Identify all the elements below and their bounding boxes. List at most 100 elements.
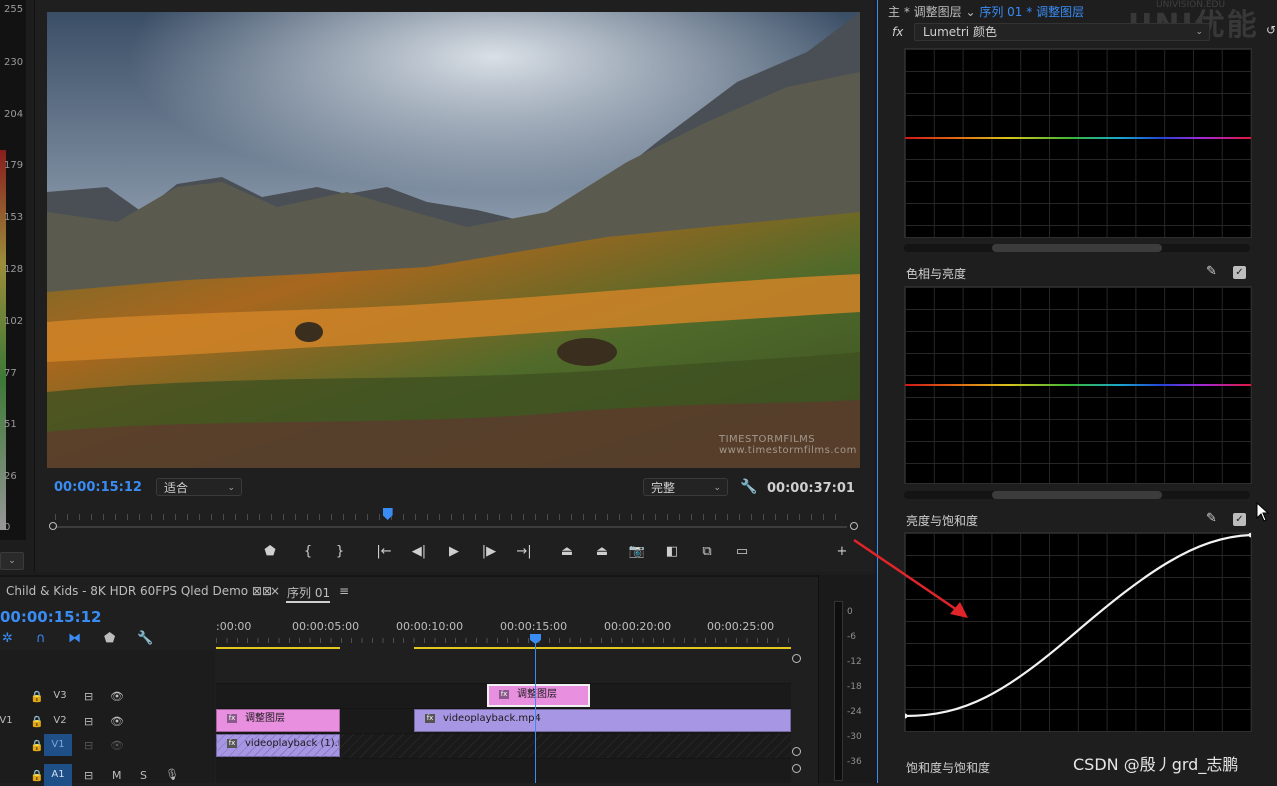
hue-saturation-curve[interactable] — [904, 48, 1252, 238]
curve-horizontal-scrollbar[interactable] — [904, 491, 1250, 499]
sync-lock-icon[interactable]: ⊟ — [84, 739, 93, 752]
chevron-down-icon: ⌄ — [227, 483, 235, 493]
scrub-zoom-bar[interactable] — [55, 526, 847, 528]
track-label-v3[interactable]: V3 — [46, 685, 74, 707]
chevron-down-icon: ⌄ — [713, 483, 721, 493]
lift-icon[interactable]: ⏏ — [557, 543, 577, 561]
add-button-icon[interactable]: + — [832, 543, 852, 561]
meter-tick: -30 — [847, 732, 862, 742]
effect-name: Lumetri 颜色 — [923, 25, 997, 39]
hue-spectrum-line[interactable] — [905, 384, 1251, 386]
scope-tick: 204 — [4, 109, 24, 120]
scroll-handle-top[interactable] — [792, 654, 801, 663]
zoom-fit-dropdown[interactable]: 适合 ⌄ — [156, 478, 242, 496]
zoom-handle-right[interactable] — [850, 522, 858, 530]
step-forward-icon[interactable]: |▶ — [479, 543, 499, 561]
work-area-bar[interactable] — [414, 647, 791, 649]
waveform-scope: 255 230 204 179 153 128 102 77 51 26 0 — [0, 0, 26, 540]
track-label-v2[interactable]: V2 — [46, 710, 74, 732]
lock-icon[interactable]: 🔒 — [30, 715, 44, 728]
export-frame-camera-icon[interactable]: 📷 — [627, 543, 647, 561]
curve-horizontal-scrollbar[interactable] — [904, 244, 1250, 252]
scope-tick: 153 — [4, 212, 24, 223]
hue-vs-luma-curve[interactable] — [904, 286, 1252, 484]
mountain-landscape-image — [47, 12, 860, 468]
eye-icon[interactable]: 👁 — [110, 715, 124, 728]
sync-lock-icon[interactable]: ⊟ — [84, 715, 93, 728]
timeline-vertical-scrollbar[interactable] — [791, 650, 803, 783]
sync-lock-icon[interactable]: ⊟ — [84, 769, 93, 782]
play-icon[interactable]: ▶ — [444, 543, 464, 561]
enable-checkbox[interactable]: ✓ — [1233, 266, 1246, 279]
timeline-settings-wrench-icon[interactable]: 🔧 — [137, 631, 153, 646]
step-back-icon[interactable]: ◀| — [409, 543, 429, 561]
tab-menu-icon[interactable]: ≡ — [339, 584, 349, 598]
enable-checkbox[interactable]: ✓ — [1233, 513, 1246, 526]
playback-resolution-dropdown[interactable]: 完整 ⌄ — [643, 478, 728, 496]
tab-other-sequence[interactable]: Child & Kids - 8K HDR 60FPS Qled Demo ⊠⊠ — [6, 584, 272, 598]
sequence-clip-tab[interactable]: 序列 01 * 调整图层 — [979, 5, 1084, 19]
zoom-fit-value: 适合 — [164, 481, 189, 495]
mark-in-icon[interactable]: { — [298, 543, 318, 561]
snap-magnet-icon[interactable]: ∩ — [36, 631, 46, 646]
scroll-handle-bottom[interactable] — [792, 747, 801, 756]
comparison-view-icon[interactable]: ◧ — [662, 543, 682, 561]
eye-icon[interactable]: 👁 — [110, 739, 124, 752]
scroll-handle-audio[interactable] — [792, 764, 801, 773]
scope-tick: 51 — [4, 419, 17, 430]
scrub-ruler-ticks — [55, 514, 847, 520]
track-label-v1[interactable]: V1 — [44, 734, 72, 756]
meter-tick: -12 — [847, 657, 862, 667]
hue-spectrum-line[interactable] — [905, 137, 1251, 139]
lock-icon[interactable]: 🔒 — [30, 690, 44, 703]
timeline-ruler[interactable]: :00:00 00:00:05:00 00:00:10:00 00:00:15:… — [216, 618, 791, 650]
master-clip-tab[interactable]: 主 * 调整图层 — [888, 5, 962, 19]
sync-lock-icon[interactable]: ⊟ — [84, 690, 93, 703]
adjustment-layer-clip-v2[interactable]: fx 调整图层 — [216, 709, 340, 732]
adjustment-layer-clip-v3[interactable]: fx 调整图层 — [487, 684, 590, 707]
fx-badge-icon: fx — [499, 689, 509, 699]
scope-tick: 255 — [4, 4, 24, 15]
scope-type-dropdown[interactable]: ⌄ — [0, 552, 24, 570]
microphone-icon[interactable]: 🎙 — [165, 768, 179, 781]
effect-selector[interactable]: Lumetri 颜色 ⌄ — [914, 23, 1210, 41]
timeline-timecode[interactable]: 00:00:15:12 — [0, 608, 102, 626]
add-marker-icon[interactable]: ⬟ — [104, 631, 115, 646]
lock-icon[interactable]: 🔒 — [30, 739, 44, 752]
video-clip-v2[interactable]: fx videoplayback.mp4 — [414, 709, 791, 732]
linked-selection-icon[interactable]: ⧓ — [68, 631, 81, 646]
scrollbar-thumb[interactable] — [992, 244, 1162, 252]
source-patch-v1[interactable]: V1 — [0, 710, 20, 732]
eyedropper-icon[interactable]: ✎ — [1206, 511, 1217, 526]
reset-effect-icon[interactable]: ↺ — [1266, 23, 1277, 41]
eye-icon[interactable]: 👁 — [110, 690, 124, 703]
monitor-current-timecode[interactable]: 00:00:15:12 — [54, 480, 142, 495]
mark-out-icon[interactable]: } — [330, 543, 350, 561]
scrollbar-thumb[interactable] — [992, 491, 1162, 499]
eyedropper-icon[interactable]: ✎ — [1206, 264, 1217, 279]
extract-icon[interactable]: ⏏ — [592, 543, 612, 561]
go-to-out-icon[interactable]: →| — [514, 543, 534, 561]
zoom-handle-left[interactable] — [49, 522, 57, 530]
ruler-label: 00:00:10:00 — [396, 620, 464, 633]
fx-badge-icon: fx — [425, 713, 435, 723]
mute-button[interactable]: M — [112, 769, 122, 782]
meter-tick: -6 — [847, 632, 856, 642]
track-lane-a1[interactable] — [216, 758, 791, 783]
vr-video-icon[interactable]: ▭ — [732, 543, 752, 561]
lock-icon[interactable]: 🔒 — [30, 769, 44, 782]
wrench-settings-icon[interactable]: 🔧 — [740, 479, 757, 495]
nest-sequence-icon[interactable]: ✲ — [2, 631, 13, 646]
solo-button[interactable]: S — [140, 769, 147, 782]
tab-sequence-01[interactable]: 序列 01 — [287, 584, 330, 601]
monitor-scrub-bar[interactable] — [47, 508, 858, 530]
chevron-down-icon[interactable]: ⌄ — [965, 5, 975, 19]
video-clip-v1[interactable]: fx videoplayback (1).mp — [216, 734, 340, 757]
tab-close-icon[interactable]: × — [270, 584, 280, 598]
go-to-in-icon[interactable]: |← — [374, 543, 394, 561]
fx-badge-icon: fx — [227, 738, 237, 748]
work-area-bar[interactable] — [216, 647, 340, 649]
add-marker-icon[interactable]: ⬟ — [260, 543, 280, 561]
program-video-frame[interactable]: TIMESTORMFILMS www.timestormfilms.com — [47, 12, 860, 468]
toggle-proxies-icon[interactable]: ⧉ — [697, 543, 717, 561]
